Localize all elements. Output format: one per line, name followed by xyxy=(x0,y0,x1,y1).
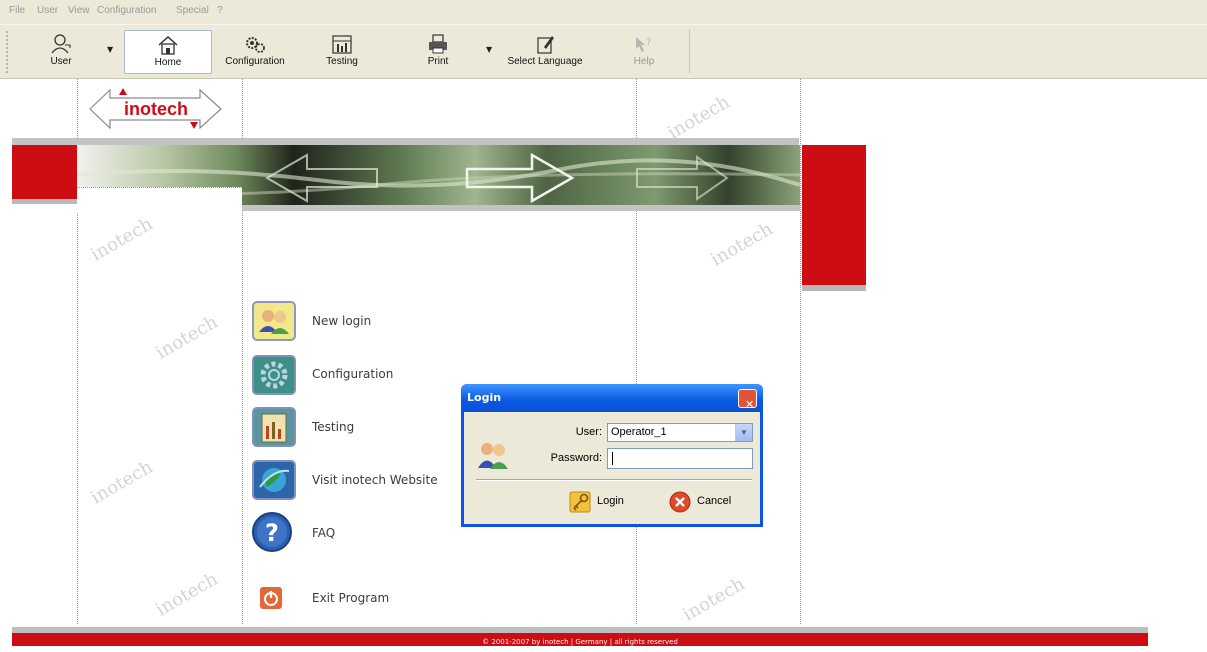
printer-icon xyxy=(429,34,447,54)
toolbar-language-button[interactable]: Select Language xyxy=(504,30,586,72)
toolbar-grip[interactable] xyxy=(6,31,11,73)
menu-view[interactable]: View xyxy=(68,5,90,16)
globe-icon[interactable] xyxy=(251,459,297,501)
new-login-icon[interactable] xyxy=(251,300,297,342)
menu-user[interactable]: User xyxy=(37,5,58,16)
grey-accent-right xyxy=(802,285,866,291)
column-divider xyxy=(800,79,801,624)
language-icon xyxy=(537,36,554,54)
toolbar-help-label: Help xyxy=(633,56,655,67)
power-icon[interactable] xyxy=(259,586,283,610)
toolbar-print-button[interactable]: Print xyxy=(418,30,458,72)
home-page: inotech inotech inotech inotech inotech … xyxy=(0,79,1207,646)
user-select-value: Operator_1 xyxy=(611,426,667,438)
toolbar-separator xyxy=(689,29,690,73)
watermark: inotech xyxy=(679,573,749,626)
print-dropdown-arrow[interactable]: ▼ xyxy=(486,45,492,54)
testing-icon[interactable] xyxy=(251,406,297,448)
testing-icon xyxy=(332,35,352,54)
menu-special[interactable]: Special xyxy=(176,5,209,16)
users-icon xyxy=(478,443,508,469)
configuration-icon[interactable] xyxy=(251,354,297,396)
toolbar-home-button[interactable]: Home xyxy=(124,30,212,74)
watermark: inotech xyxy=(707,218,777,271)
svg-text:?: ? xyxy=(646,37,651,48)
visit-website-link[interactable]: Visit inotech Website xyxy=(312,473,438,487)
toolbar-print-label: Print xyxy=(427,56,449,67)
faq-link[interactable]: FAQ xyxy=(312,526,335,540)
gears-icon xyxy=(246,37,265,53)
dialog-separator xyxy=(476,479,752,481)
grey-accent-left xyxy=(12,199,77,204)
menu-help[interactable]: ? xyxy=(217,5,223,16)
toolbar-testing-button[interactable]: Testing xyxy=(317,30,367,72)
user-dropdown-arrow[interactable]: ▼ xyxy=(107,45,113,54)
cancel-icon xyxy=(669,491,691,513)
cancel-button[interactable]: Cancel xyxy=(669,491,739,513)
inotech-logo: inotech xyxy=(89,88,222,130)
toolbar-configuration-button[interactable]: Configuration xyxy=(222,30,288,72)
menu-configuration[interactable]: Configuration xyxy=(97,5,156,16)
user-icon xyxy=(51,34,71,54)
watermark: inotech xyxy=(152,568,222,621)
question-icon[interactable]: ? xyxy=(251,511,297,553)
toolbar-user-button[interactable]: User xyxy=(38,30,84,72)
help-icon: ? xyxy=(636,37,651,52)
copyright-text: © 2001-2007 by inotech | Germany | all r… xyxy=(482,638,678,646)
toolbar-configuration-label: Configuration xyxy=(225,56,285,67)
text-caret xyxy=(612,452,613,465)
toolbar-home-label: Home xyxy=(154,57,182,68)
new-login-link[interactable]: New login xyxy=(312,314,371,328)
password-field[interactable] xyxy=(607,448,753,469)
footer: © 2001-2007 by inotech | Germany | all r… xyxy=(12,627,1148,646)
watermark: inotech xyxy=(87,456,157,509)
toolbar-language-label: Select Language xyxy=(507,56,583,67)
exit-program-link[interactable]: Exit Program xyxy=(312,591,389,605)
chevron-down-icon[interactable]: ▼ xyxy=(735,424,752,441)
dialog-title: Login xyxy=(467,391,502,404)
key-icon xyxy=(569,491,591,513)
toolbar-help-button[interactable]: ? Help xyxy=(626,30,662,72)
dialog-title-bar[interactable]: Login ✕ xyxy=(461,384,763,412)
svg-text:?: ? xyxy=(265,519,279,547)
testing-link[interactable]: Testing xyxy=(312,420,354,434)
close-button[interactable]: ✕ xyxy=(738,389,757,411)
login-button-label: Login xyxy=(597,495,624,507)
menu-bar: File User View Configuration Special ? xyxy=(0,0,1207,25)
toolbar-testing-label: Testing xyxy=(326,56,358,67)
configuration-link[interactable]: Configuration xyxy=(312,367,393,381)
logo-text: inotech xyxy=(124,99,188,119)
login-dialog: Login ✕ User: Operator_1 ▼ Password: Log… xyxy=(461,384,763,527)
red-accent-left xyxy=(12,145,77,199)
password-label: Password: xyxy=(550,452,602,464)
watermark: inotech xyxy=(152,311,222,364)
red-accent-right xyxy=(802,145,866,285)
banner-notch xyxy=(77,187,242,212)
user-select[interactable]: Operator_1 ▼ xyxy=(607,423,753,442)
cancel-button-label: Cancel xyxy=(697,495,732,507)
toolbar: User ▼ Home Configuration Testing Print … xyxy=(0,25,1207,79)
watermark: inotech xyxy=(87,213,157,266)
watermark: inotech xyxy=(664,91,734,144)
menu-file[interactable]: File xyxy=(9,5,25,16)
login-button[interactable]: Login xyxy=(569,491,631,513)
user-label: User: xyxy=(575,426,602,438)
toolbar-user-label: User xyxy=(50,56,72,67)
close-icon: ✕ xyxy=(745,398,755,411)
home-icon xyxy=(158,35,178,55)
